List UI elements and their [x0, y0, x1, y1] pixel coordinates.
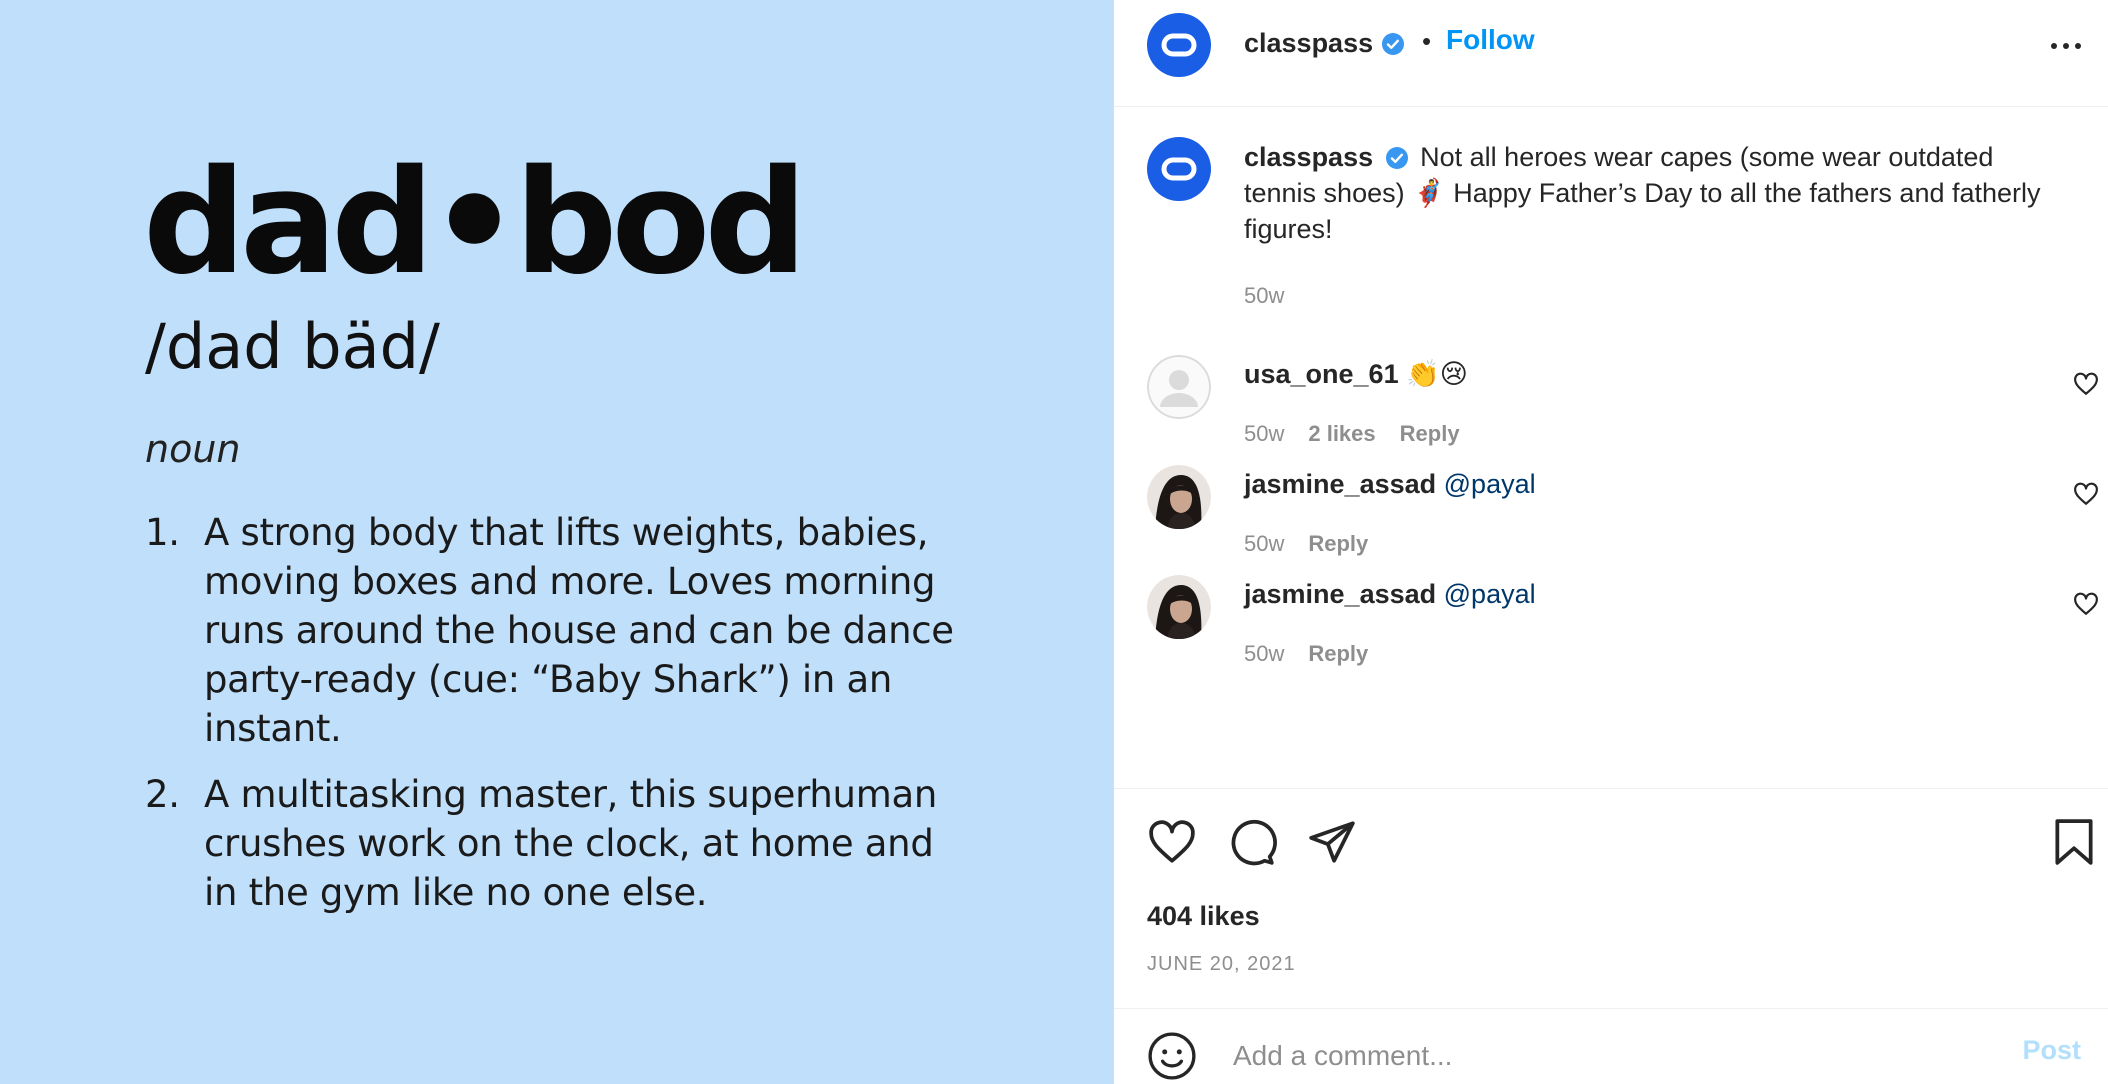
comment-timestamp[interactable]: 50w [1244, 531, 1284, 557]
follow-button[interactable]: Follow [1446, 24, 1535, 56]
comment-item: jasmine_assad @payal 50w Reply [1147, 575, 2098, 685]
comments-section[interactable]: classpass Not all heroes wear capes (som… [1114, 107, 2108, 788]
comment-text: 👏😢 [1406, 359, 1468, 389]
default-avatar-icon[interactable] [1147, 355, 1211, 419]
classpass-logo-icon[interactable] [1147, 13, 1211, 77]
definition-list: 1. A strong body that lifts weights, bab… [145, 508, 975, 934]
header-separator: • [1422, 26, 1432, 56]
definition-part-of-speech: noun [145, 427, 241, 471]
reply-button[interactable]: Reply [1308, 531, 1368, 557]
post-date[interactable]: JUNE 20, 2021 [1147, 953, 1296, 976]
post-actions: 404 likes JUNE 20, 2021 [1114, 788, 2108, 1008]
comment-username[interactable]: jasmine_assad [1244, 579, 1436, 609]
verified-badge-icon [1382, 32, 1405, 55]
comment-meta: 50w Reply [1244, 531, 1368, 557]
comment-meta: 50w Reply [1244, 641, 1368, 667]
verified-badge-icon [1385, 147, 1408, 169]
reply-button[interactable]: Reply [1400, 421, 1460, 447]
definition-number: 2. [145, 773, 180, 816]
bookmark-icon[interactable] [2049, 817, 2099, 867]
post-comment-button[interactable]: Post [2022, 1035, 2081, 1066]
heart-icon[interactable] [2073, 371, 2099, 397]
share-icon[interactable] [1307, 817, 1357, 867]
caption-username[interactable]: classpass [1244, 142, 1373, 172]
header-username-text[interactable]: classpass [1244, 28, 1373, 59]
definition-word: dad•bod [143, 138, 807, 306]
comment-likes[interactable]: 2 likes [1308, 421, 1375, 447]
heart-icon[interactable] [1147, 817, 1197, 867]
emoji-icon[interactable] [1147, 1031, 1197, 1081]
post-header: classpass • Follow [1114, 0, 2108, 107]
heart-icon[interactable] [2073, 591, 2099, 617]
user-photo-avatar[interactable] [1147, 575, 1211, 639]
definition-item: 1. A strong body that lifts weights, bab… [145, 508, 975, 753]
definition-text: A strong body that lifts weights, babies… [204, 511, 954, 750]
definition-number: 1. [145, 511, 180, 554]
instagram-post-page: dad•bod /dad bäd/ noun 1. A strong body … [0, 0, 2108, 1084]
definition-pronunciation: /dad bäd/ [145, 310, 440, 383]
comment-body: usa_one_61 👏😢 [1244, 357, 1468, 391]
comment-mention[interactable]: @payal [1444, 579, 1536, 609]
header-username[interactable]: classpass [1244, 28, 1405, 59]
comment-body: jasmine_assad @payal [1244, 467, 1536, 501]
comment-meta: 50w 2 likes Reply [1244, 421, 1460, 447]
add-comment-bar: Post [1114, 1008, 2108, 1084]
comment-item: usa_one_61 👏😢 50w 2 likes Reply [1147, 355, 2098, 465]
post-image: dad•bod /dad bäd/ noun 1. A strong body … [0, 0, 1113, 1084]
comment-body: jasmine_assad @payal [1244, 577, 1536, 611]
comment-item: jasmine_assad @payal 50w Reply [1147, 465, 2098, 575]
definition-text: A multitasking master, this superhuman c… [204, 773, 937, 914]
comment-timestamp[interactable]: 50w [1244, 421, 1284, 447]
comment-input[interactable] [1231, 1035, 1975, 1077]
definition-item: 2. A multitasking master, this superhuma… [145, 770, 975, 917]
likes-count[interactable]: 404 likes [1147, 901, 1260, 932]
classpass-logo-icon[interactable] [1147, 137, 1211, 201]
comment-icon[interactable] [1227, 817, 1277, 867]
caption-text-block: classpass Not all heroes wear capes (som… [1244, 139, 2064, 247]
heart-icon[interactable] [2073, 481, 2099, 507]
post-sidebar: classpass • Follow classpass Not all her… [1113, 0, 2108, 1084]
reply-button[interactable]: Reply [1308, 641, 1368, 667]
comment-username[interactable]: jasmine_assad [1244, 469, 1436, 499]
comment-mention[interactable]: @payal [1444, 469, 1536, 499]
comment-timestamp[interactable]: 50w [1244, 641, 1284, 667]
more-options-icon[interactable] [2046, 28, 2086, 64]
caption-timestamp[interactable]: 50w [1244, 283, 1284, 309]
comment-username[interactable]: usa_one_61 [1244, 359, 1399, 389]
user-photo-avatar[interactable] [1147, 465, 1211, 529]
